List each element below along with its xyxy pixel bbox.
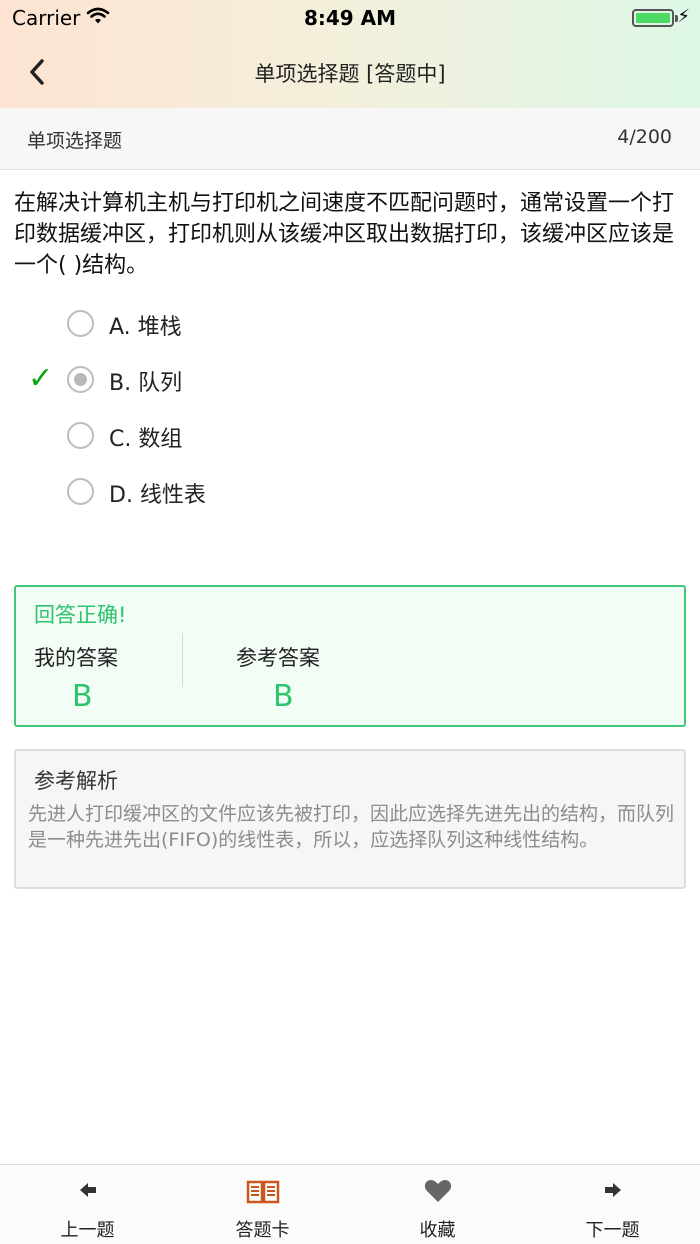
option-a[interactable]: A. 堆栈 (0, 301, 700, 345)
radio-button[interactable] (67, 310, 94, 337)
option-b[interactable]: ✓ B. 队列 (0, 357, 700, 401)
reference-answer-value: B (273, 679, 294, 714)
question-text: 在解决计算机主机与打印机之间速度不匹配问题时，通常设置一个打印数据缓冲区，打印机… (14, 191, 675, 278)
arrow-left-icon (0, 1179, 175, 1205)
radio-button-selected[interactable] (67, 366, 94, 393)
question-progress: 4/200 (617, 126, 672, 148)
option-d[interactable]: D. 线性表 (0, 469, 700, 513)
nav-bar: 单项选择题 [答题中] (0, 44, 700, 100)
tab-label: 下一题 (585, 1220, 640, 1241)
charging-icon: ⚡ (677, 6, 690, 27)
favorite-button[interactable]: 收藏 (350, 1165, 525, 1244)
tab-label: 收藏 (419, 1220, 456, 1241)
status-bar: Carrier 8:49 AM ⚡ (0, 0, 700, 36)
option-label: B. 队列 (109, 371, 183, 396)
result-status: 回答正确! (34, 603, 127, 627)
reference-answer-label: 参考答案 (236, 646, 320, 670)
radio-button[interactable] (67, 478, 94, 505)
page-title: 单项选择题 [答题中] (254, 62, 446, 86)
option-c[interactable]: C. 数组 (0, 413, 700, 457)
heart-icon (350, 1179, 525, 1205)
header: Carrier 8:49 AM ⚡ 单项选择题 [答题中] (0, 0, 700, 108)
battery-icon (632, 9, 678, 27)
previous-question-button[interactable]: 上一题 (0, 1165, 175, 1244)
next-question-button[interactable]: 下一题 (525, 1165, 700, 1244)
my-answer-label: 我的答案 (34, 646, 118, 670)
clock: 8:49 AM (303, 6, 397, 30)
tab-label: 答题卡 (235, 1220, 290, 1241)
checkmark-icon: ✓ (28, 361, 54, 396)
analysis-title: 参考解析 (34, 769, 118, 793)
radio-button[interactable] (67, 422, 94, 449)
answer-card-button[interactable]: 答题卡 (175, 1165, 350, 1244)
option-label: A. 堆栈 (109, 315, 182, 340)
book-icon (175, 1179, 350, 1205)
arrow-right-icon (525, 1179, 700, 1205)
question-category: 单项选择题 (27, 130, 123, 152)
option-label: D. 线性表 (109, 483, 206, 508)
analysis-text: 先进人打印缓冲区的文件应该先被打印，因此应选择先进先出的结构，而队列是一种先进先… (28, 803, 675, 851)
question-subheader: 单项选择题 4/200 (0, 108, 700, 170)
bottom-toolbar: 上一题 答题卡 收藏 下一题 (0, 1164, 700, 1244)
option-label: C. 数组 (109, 427, 183, 452)
analysis-panel: 参考解析 先进人打印缓冲区的文件应该先被打印，因此应选择先进先出的结构，而队列是… (14, 749, 686, 889)
tab-label: 上一题 (60, 1220, 115, 1241)
divider (182, 633, 183, 687)
answer-result-panel: 回答正确! 我的答案 参考答案 B B (14, 585, 686, 727)
my-answer-value: B (72, 679, 93, 714)
